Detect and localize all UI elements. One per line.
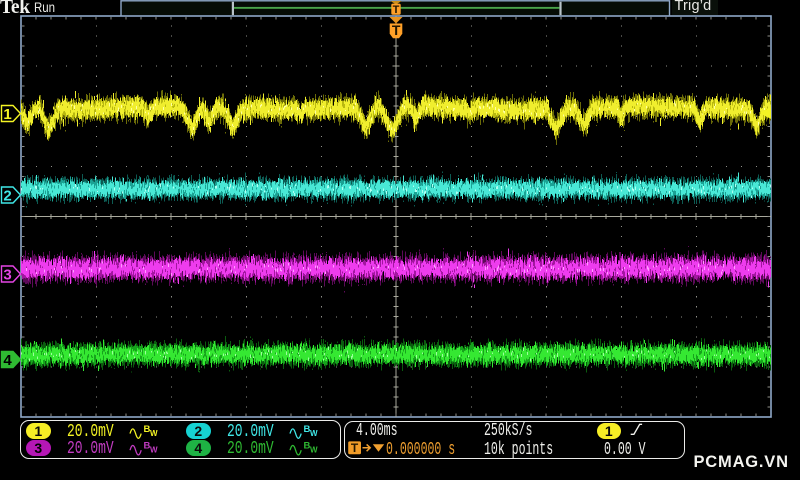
svg-text:4: 4 xyxy=(3,352,12,369)
svg-text:2: 2 xyxy=(3,188,11,205)
svg-text:1: 1 xyxy=(3,106,11,123)
svg-text:3: 3 xyxy=(3,267,11,284)
svg-text:T: T xyxy=(392,22,401,38)
svg-text:T: T xyxy=(393,4,400,16)
